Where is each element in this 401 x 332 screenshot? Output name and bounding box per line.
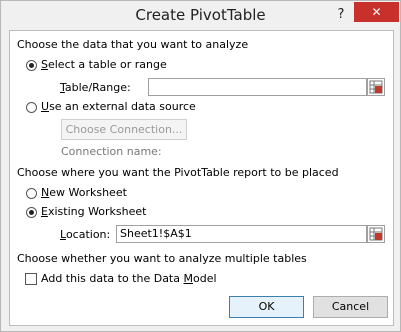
choose-connection-button[interactable]: Choose Connection... (61, 119, 187, 140)
data-section-heading: Choose the data that you want to analyze (17, 38, 249, 51)
close-button[interactable]: ✕ (354, 2, 399, 22)
multiple-tables-heading: Choose whether you want to analyze multi… (17, 252, 307, 265)
external-source-radio[interactable] (26, 102, 37, 113)
dialog-content: Choose the data that you want to analyze… (9, 30, 394, 326)
table-range-label-text: able/Range: (64, 81, 131, 94)
table-range-label: Table/Range: (60, 81, 131, 94)
select-table-radio[interactable] (26, 60, 37, 71)
existing-worksheet-label[interactable]: Existing Worksheet (41, 205, 146, 218)
new-worksheet-label-text: ew Worksheet (49, 186, 127, 199)
existing-worksheet-label-text: xisting Worksheet (47, 205, 147, 218)
select-table-label[interactable]: Select a table or range (41, 58, 167, 71)
data-model-label[interactable]: Add this data to the Data Model (41, 272, 217, 285)
location-section-heading: Choose where you want the PivotTable rep… (17, 166, 339, 179)
new-worksheet-label[interactable]: New Worksheet (41, 186, 127, 199)
cancel-button[interactable]: Cancel (313, 296, 388, 318)
ok-button[interactable]: OK (229, 296, 304, 318)
data-model-accel: M (183, 272, 193, 285)
location-label: Location: (60, 228, 110, 241)
select-table-label-text: elect a table or range (47, 58, 167, 71)
new-worksheet-radio[interactable] (26, 188, 37, 199)
data-model-label-pre: Add this data to the Data (41, 272, 184, 285)
external-source-label-text: se an external data source (49, 100, 196, 113)
external-source-label[interactable]: Use an external data source (41, 100, 196, 113)
location-collapse-button[interactable] (367, 225, 385, 243)
range-selector-icon (369, 80, 383, 94)
data-model-checkbox[interactable] (25, 273, 37, 285)
existing-worksheet-radio[interactable] (26, 207, 37, 218)
external-source-accel: U (41, 100, 50, 113)
title-bar[interactable]: Create PivotTable ? ✕ (1, 1, 400, 30)
new-worksheet-accel: N (41, 186, 50, 199)
table-range-input[interactable] (148, 78, 367, 96)
data-model-label-post: odel (192, 272, 217, 285)
select-table-label-accel: S (41, 58, 48, 71)
range-selector-icon (369, 227, 383, 241)
create-pivottable-dialog: Create PivotTable ? ✕ Choose the data th… (0, 0, 401, 332)
help-button[interactable]: ? (331, 5, 351, 25)
location-label-text: ocation: (65, 228, 111, 241)
location-input[interactable]: Sheet1!$A$1 (116, 225, 367, 243)
table-range-collapse-button[interactable] (367, 78, 385, 96)
connection-name-label: Connection name: (61, 145, 162, 158)
existing-worksheet-accel: E (41, 205, 48, 218)
